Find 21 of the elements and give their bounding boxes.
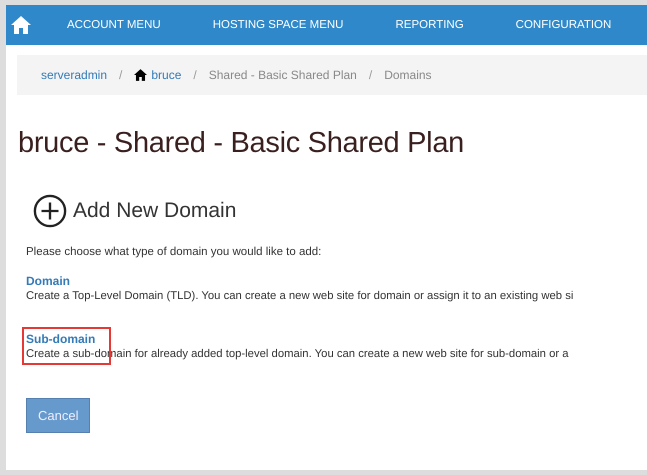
breadcrumb-separator: / <box>119 68 122 82</box>
page-title: bruce - Shared - Basic Shared Plan <box>18 127 465 160</box>
nav-menu-item[interactable]: REPORTING <box>396 19 464 31</box>
add-icon <box>33 194 67 228</box>
domain-type-link[interactable]: Domain <box>26 274 70 288</box>
nav-menu-item[interactable]: HOSTING SPACE MENU <box>212 19 344 31</box>
nav-menu-item[interactable]: CONFIGURATION <box>516 19 612 31</box>
domain-type-description: Create a Top-Level Domain (TLD). You can create a new web site for domain or assign it to an existing web si <box>26 290 574 302</box>
breadcrumb-item: Shared - Basic Shared Plan <box>208 68 357 82</box>
intro-text: Please choose what type of domain you would like to add: <box>26 246 322 258</box>
home-icon[interactable] <box>11 16 31 34</box>
breadcrumb-item: Domains <box>384 68 432 82</box>
home-icon <box>134 69 148 81</box>
breadcrumb-link[interactable]: serveradmin <box>41 68 108 82</box>
breadcrumb-link[interactable]: bruce <box>151 68 182 82</box>
domain-type-link[interactable]: Sub-domain <box>26 332 96 346</box>
breadcrumb-separator: / <box>193 68 197 82</box>
cancel-button[interactable]: Cancel <box>26 398 90 433</box>
breadcrumb-separator: / <box>368 68 372 82</box>
section-title: Add New Domain <box>73 199 236 223</box>
nav-menu-item[interactable]: ACCOUNT MENU <box>67 19 161 31</box>
